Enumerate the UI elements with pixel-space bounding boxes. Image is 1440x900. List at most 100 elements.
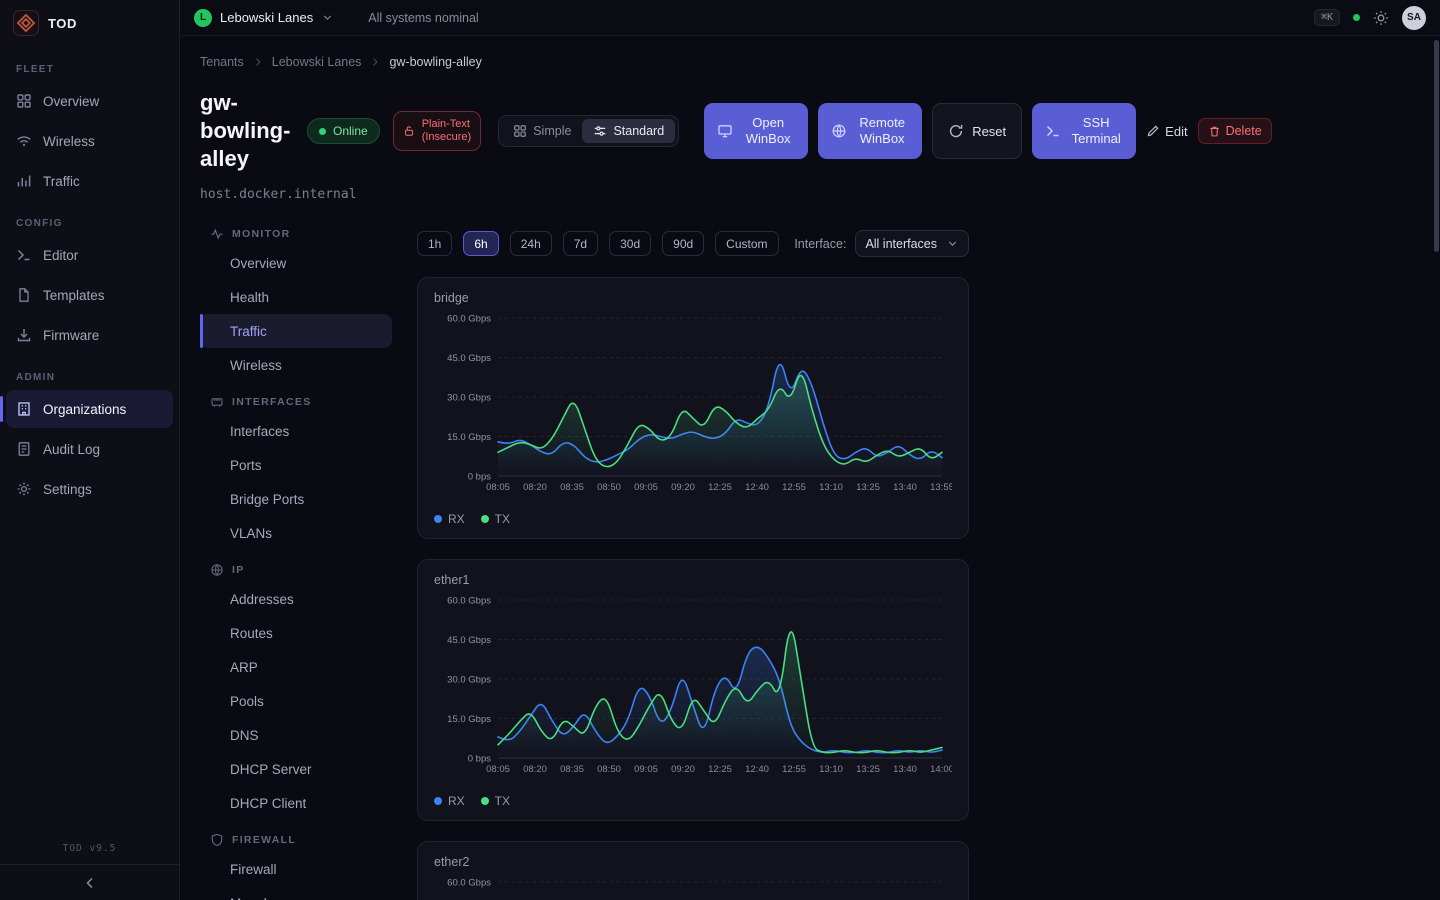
interface-select[interactable]: All interfaces xyxy=(855,230,969,257)
subnav-section-interfaces: INTERFACES xyxy=(200,395,392,409)
subnav-item-overview[interactable]: Overview xyxy=(200,246,392,280)
subnav-item-ports[interactable]: Ports xyxy=(200,448,392,482)
range-button-30d[interactable]: 30d xyxy=(609,231,651,256)
chart-plot-bridge: 0 bps15.0 Gbps30.0 Gbps45.0 Gbps60.0 Gbp… xyxy=(434,308,952,502)
globe-icon xyxy=(831,123,847,139)
brand-name: TOD xyxy=(48,16,77,31)
chevron-right-icon xyxy=(369,56,381,68)
mode-standard-label: Standard xyxy=(613,124,664,138)
subnav-item-wireless[interactable]: Wireless xyxy=(200,348,392,382)
subnav-item-dhcp-server[interactable]: DHCP Server xyxy=(200,752,392,786)
sidebar-item-firmware[interactable]: Firmware xyxy=(6,316,173,354)
subnav-item-mangle[interactable]: Mangle xyxy=(200,886,392,900)
svg-text:08:35: 08:35 xyxy=(560,482,584,493)
subnav-item-vlans[interactable]: VLANs xyxy=(200,516,392,550)
ssh-terminal-button[interactable]: SSH Terminal xyxy=(1032,103,1136,159)
sidebar-item-settings[interactable]: Settings xyxy=(6,470,173,508)
legend-item-rx: RX xyxy=(434,512,465,526)
subnav-item-bridge-ports[interactable]: Bridge Ports xyxy=(200,482,392,516)
subnav-item-label: Routes xyxy=(230,626,273,641)
svg-text:15.0 Gbps: 15.0 Gbps xyxy=(447,432,491,443)
svg-text:08:35: 08:35 xyxy=(560,764,584,775)
sliders-icon xyxy=(593,124,607,138)
legend-item-rx: RX xyxy=(434,794,465,808)
subnav-section-label: IP xyxy=(232,564,245,576)
sidebar-section-label-admin: ADMIN xyxy=(16,372,163,383)
theme-toggle-button[interactable] xyxy=(1373,10,1389,26)
subnav-item-health[interactable]: Health xyxy=(200,280,392,314)
subnav-item-arp[interactable]: ARP xyxy=(200,650,392,684)
command-palette-shortcut[interactable]: ⌘K xyxy=(1314,9,1340,26)
mode-option-simple[interactable]: Simple xyxy=(502,119,582,143)
app-version: TOD v9.5 xyxy=(0,843,179,854)
download-icon xyxy=(16,327,32,343)
insecure-badge-label: Plain-Text (Insecure) xyxy=(422,118,472,144)
time-range-group: 1h 6h 24h 7d 30d 90d Custom xyxy=(417,231,779,256)
sidebar-section-label-fleet: FLEET xyxy=(16,64,163,75)
svg-text:12:55: 12:55 xyxy=(782,764,806,775)
terminal-icon xyxy=(16,247,32,263)
remote-winbox-button[interactable]: Remote WinBox xyxy=(818,103,922,159)
range-button-6h[interactable]: 6h xyxy=(463,231,498,256)
chart-plot-ether1: 0 bps15.0 Gbps30.0 Gbps45.0 Gbps60.0 Gbp… xyxy=(434,590,952,784)
tenant-avatar: L xyxy=(194,9,212,27)
delete-button[interactable]: Delete xyxy=(1198,118,1272,144)
subnav-item-dns[interactable]: DNS xyxy=(200,718,392,752)
subnav-section-label: INTERFACES xyxy=(232,396,312,408)
subnav-item-firewall[interactable]: Firewall xyxy=(200,852,392,886)
subnav-item-label: DHCP Server xyxy=(230,762,312,777)
svg-text:60.0 Gbps: 60.0 Gbps xyxy=(447,314,491,325)
sidebar-item-wireless[interactable]: Wireless xyxy=(6,122,173,160)
device-actions: Open WinBox Remote WinBox Reset SSH Term… xyxy=(704,103,1272,159)
sidebar-item-templates[interactable]: Templates xyxy=(6,276,173,314)
subnav-item-dhcp-client[interactable]: DHCP Client xyxy=(200,786,392,820)
subnav-item-routes[interactable]: Routes xyxy=(200,616,392,650)
svg-text:08:05: 08:05 xyxy=(486,764,510,775)
range-button-1h[interactable]: 1h xyxy=(417,231,452,256)
svg-text:08:50: 08:50 xyxy=(597,764,621,775)
sidebar-collapse-button[interactable] xyxy=(0,864,179,900)
globe-icon xyxy=(210,563,224,577)
chart-card-ether1: ether10 bps15.0 Gbps30.0 Gbps45.0 Gbps60… xyxy=(417,559,969,821)
tenant-name: Lebowski Lanes xyxy=(220,10,313,25)
tenant-switcher[interactable]: L Lebowski Lanes xyxy=(194,9,334,27)
open-winbox-button[interactable]: Open WinBox xyxy=(704,103,808,159)
svg-text:13:25: 13:25 xyxy=(856,482,880,493)
scrollbar-thumb[interactable] xyxy=(1434,40,1439,252)
range-button-7d[interactable]: 7d xyxy=(563,231,598,256)
svg-text:09:20: 09:20 xyxy=(671,764,695,775)
legend-label: TX xyxy=(495,512,510,526)
subnav-item-pools[interactable]: Pools xyxy=(200,684,392,718)
user-avatar[interactable]: SA xyxy=(1402,6,1426,30)
legend-item-tx: TX xyxy=(481,512,510,526)
svg-text:12:55: 12:55 xyxy=(782,482,806,493)
legend-dot-icon xyxy=(481,797,489,805)
sidebar-item-editor[interactable]: Editor xyxy=(6,236,173,274)
topbar: L Lebowski Lanes All systems nominal ⌘K … xyxy=(180,0,1440,36)
body-row: MONITOROverviewHealthTrafficWirelessINTE… xyxy=(200,214,1420,900)
subnav-item-addresses[interactable]: Addresses xyxy=(200,582,392,616)
mode-option-standard[interactable]: Standard xyxy=(582,119,675,143)
doc-icon xyxy=(16,441,32,457)
sidebar-item-audit-log[interactable]: Audit Log xyxy=(6,430,173,468)
monitor-icon xyxy=(717,123,733,139)
range-button-custom[interactable]: Custom xyxy=(715,231,778,256)
subnav-section-label: FIREWALL xyxy=(232,834,296,846)
delete-label: Delete xyxy=(1226,124,1262,138)
breadcrumb-item-tenants[interactable]: Tenants xyxy=(200,55,244,69)
breadcrumb-item-lebowski-lanes[interactable]: Lebowski Lanes xyxy=(272,55,362,69)
subnav-item-traffic[interactable]: Traffic xyxy=(200,314,392,348)
reset-button[interactable]: Reset xyxy=(932,103,1022,159)
building-icon xyxy=(16,401,32,417)
subnav-item-label: Traffic xyxy=(230,324,267,339)
svg-text:08:20: 08:20 xyxy=(523,482,547,493)
range-button-90d[interactable]: 90d xyxy=(662,231,704,256)
sidebar-item-overview[interactable]: Overview xyxy=(6,82,173,120)
subnav-item-interfaces[interactable]: Interfaces xyxy=(200,414,392,448)
edit-button[interactable]: Edit xyxy=(1146,124,1187,139)
sidebar-item-traffic[interactable]: Traffic xyxy=(6,162,173,200)
refresh-icon xyxy=(948,123,964,139)
sidebar-item-organizations[interactable]: Organizations xyxy=(6,390,173,428)
range-button-24h[interactable]: 24h xyxy=(510,231,552,256)
page-content: TenantsLebowski Lanesgw-bowling-alley gw… xyxy=(180,36,1440,900)
